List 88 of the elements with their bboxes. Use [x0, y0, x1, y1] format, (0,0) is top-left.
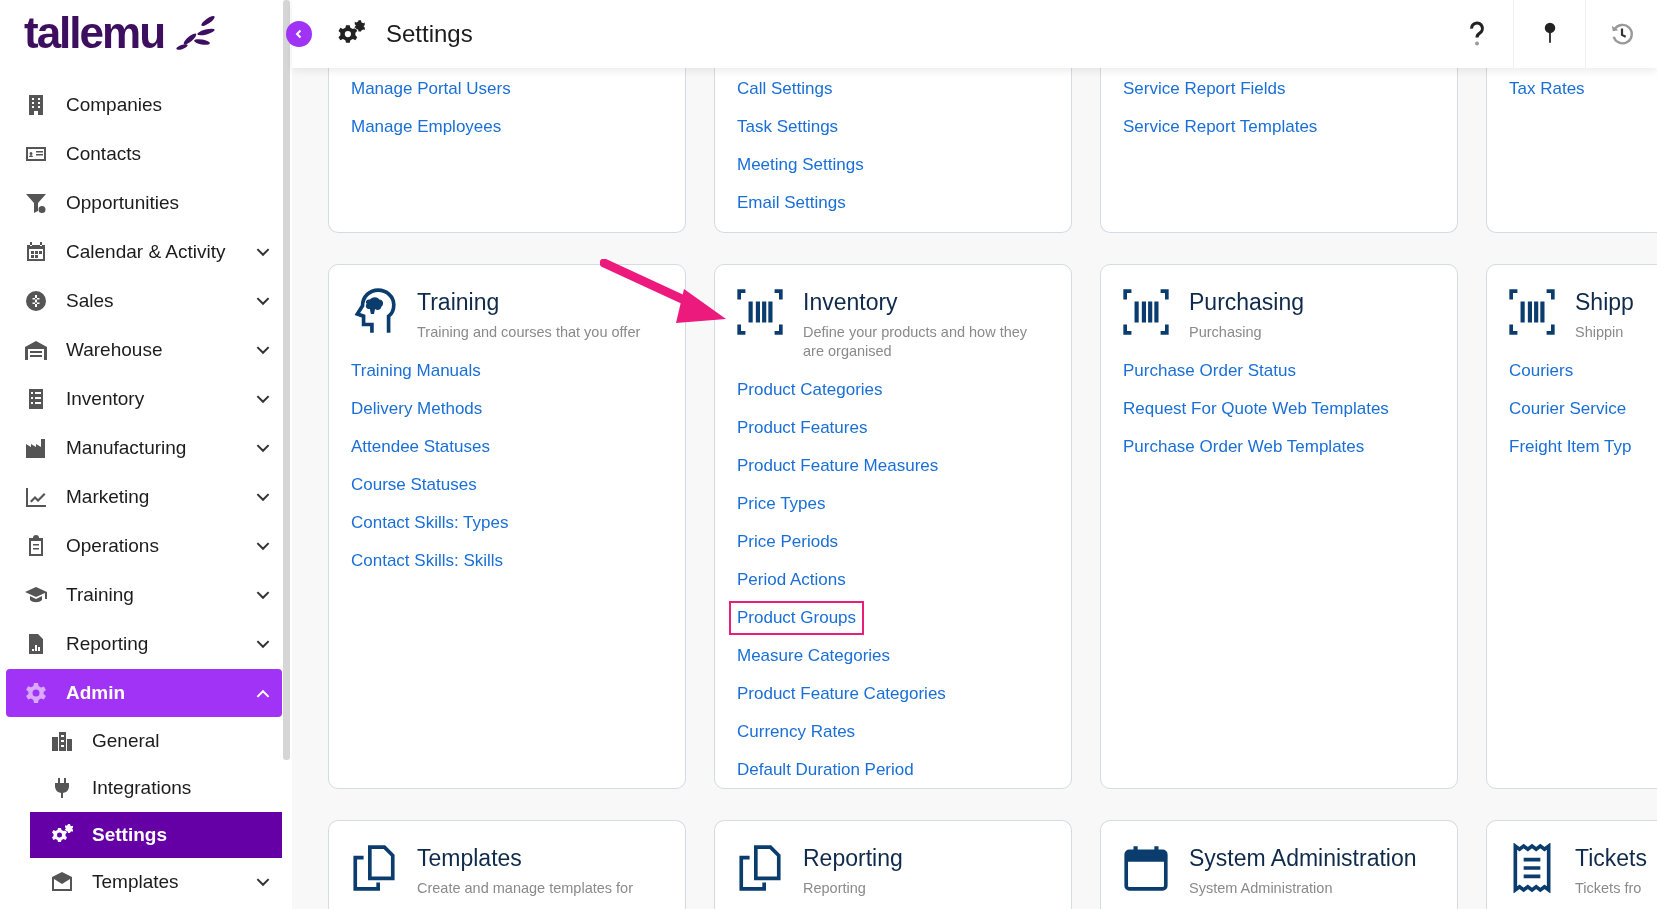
barcode-icon [1121, 287, 1171, 337]
settings-link[interactable]: Purchase Order Web Templates [1115, 430, 1373, 464]
sidebar-item[interactable]: Calendar & Activity [6, 228, 282, 276]
settings-link[interactable]: Contact Skills: Types [343, 506, 517, 540]
card-title: Reporting [803, 844, 903, 873]
sidebar-subitem[interactable]: General [30, 718, 282, 764]
card-title: Shipp [1575, 288, 1634, 317]
settings-link[interactable]: Training Manuals [343, 354, 489, 388]
barcode-icon [735, 287, 785, 337]
settings-link[interactable]: Period Actions [729, 563, 854, 597]
settings-link[interactable]: Manage Employees [343, 110, 510, 144]
logo[interactable]: tallemu [24, 8, 165, 58]
card-description: Create and manage templates for [417, 879, 633, 898]
card-description: Shippin [1575, 323, 1625, 342]
settings-link[interactable]: Service Report Templates [1115, 110, 1326, 144]
envelope-icon [50, 870, 74, 894]
card-title: System Administration [1189, 844, 1417, 873]
settings-link[interactable]: Price Types [729, 487, 834, 521]
gear-icon [24, 681, 48, 705]
settings-link[interactable]: Product Features [729, 411, 876, 445]
history-button[interactable] [1585, 0, 1657, 68]
chart-icon [24, 485, 48, 509]
sidebar-item[interactable]: Marketing [6, 473, 282, 521]
settings-link[interactable]: Delivery Methods [343, 392, 491, 426]
sidebar-subitem[interactable]: Integrations [30, 765, 282, 811]
card-title: Purchasing [1189, 288, 1305, 317]
card-description: System Administration [1189, 879, 1334, 898]
settings-link[interactable]: Call Settings [729, 72, 841, 106]
history-icon [1609, 22, 1634, 46]
warehouse-icon [24, 338, 48, 362]
sidebar-item[interactable]: Warehouse [6, 326, 282, 374]
pin-button[interactable] [1513, 0, 1585, 68]
scrollbar[interactable] [283, 0, 290, 760]
settings-link[interactable]: Course Statuses [343, 468, 485, 502]
settings-link[interactable]: Couriers [1501, 354, 1582, 388]
calendar-icon [1121, 843, 1171, 893]
sidebar-item[interactable]: Opportunities [6, 179, 282, 227]
help-icon [1468, 21, 1486, 47]
factory-icon [24, 436, 48, 460]
settings-link[interactable]: Freight Item Typ [1501, 430, 1640, 464]
card-title: Templates [417, 844, 523, 873]
settings-link[interactable]: Email Settings [729, 186, 854, 220]
settings-link[interactable]: Task Settings [729, 110, 847, 144]
settings-link[interactable]: Meeting Settings [729, 148, 872, 182]
help-button[interactable] [1441, 0, 1513, 68]
sidebar-item[interactable]: Manufacturing [6, 424, 282, 472]
card-description: Purchasing [1189, 323, 1263, 342]
card-description: Training and courses that you offer [417, 323, 641, 342]
funnel-icon [24, 191, 48, 215]
settings-link[interactable]: Courier Service [1501, 392, 1635, 426]
settings-link[interactable]: Default Duration Period [729, 753, 922, 787]
card-description: Tickets fro [1575, 879, 1643, 898]
sidebar-item[interactable]: Training [6, 571, 282, 619]
settings-link[interactable]: Contact Skills: Skills [343, 544, 512, 578]
settings-link[interactable]: Tax Rates [1501, 72, 1593, 106]
settings-link[interactable]: Product Feature Categories [729, 677, 954, 711]
sidebar-item[interactable]: Operations [6, 522, 282, 570]
barcode-icon [1507, 287, 1557, 337]
settings-link[interactable]: Request For Quote Web Templates [1115, 392, 1397, 426]
chevron-left-icon [294, 29, 304, 39]
settings-link[interactable]: Attendee Statuses [343, 430, 498, 464]
sidebar-item[interactable]: Inventory [6, 375, 282, 423]
settings-link[interactable]: Product Groups [729, 601, 865, 635]
settings-link[interactable]: Product Feature Measures [729, 449, 947, 483]
sidebar-item[interactable]: Contacts [6, 130, 282, 178]
settings-link[interactable]: Measure Categories [729, 639, 899, 673]
sidebar-subitem[interactable]: Settings [30, 812, 282, 858]
settings-link[interactable]: Price Periods [729, 525, 847, 559]
collapse-button[interactable] [286, 21, 312, 47]
buildings-icon [50, 729, 74, 753]
settings-link[interactable]: Service Report Fields [1115, 72, 1294, 106]
card-title: Inventory [803, 288, 899, 317]
settings-link[interactable]: Purchase Order Status [1115, 354, 1304, 388]
card-description: Reporting [803, 879, 867, 898]
dollar-icon [24, 289, 48, 313]
sidebar-item[interactable]: Reporting [6, 620, 282, 668]
sidebar-subitem[interactable]: Templates [30, 859, 282, 905]
settings-link[interactable]: Product Categories [729, 373, 891, 407]
settings-link[interactable]: Manage Portal Users [343, 72, 519, 106]
sidebar-item[interactable]: Companies [6, 81, 282, 129]
page-title: Settings [386, 20, 473, 48]
calendar-icon [24, 240, 48, 264]
card-title: Training [417, 288, 501, 317]
card-description: Define your products and how they are organised [803, 323, 1029, 361]
sidebar-item[interactable]: Sales [6, 277, 282, 325]
sidebar-item[interactable]: Admin [6, 669, 282, 717]
card-title: Tickets [1575, 844, 1647, 873]
settings-link[interactable]: Currency Rates [729, 715, 864, 749]
